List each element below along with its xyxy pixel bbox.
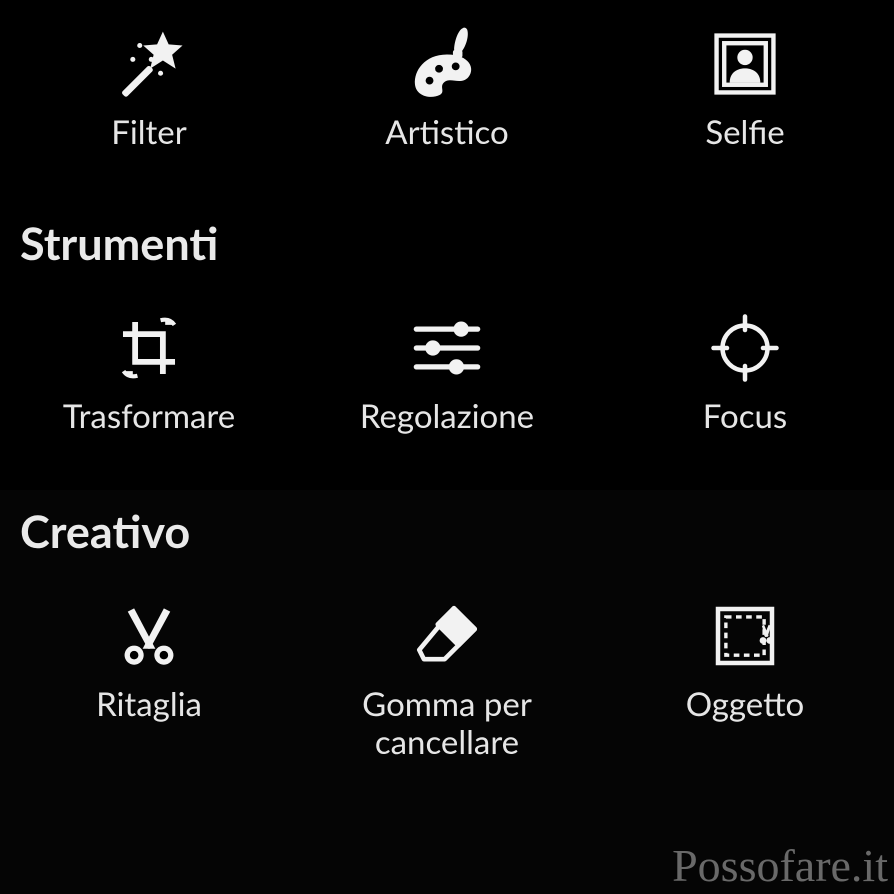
sliders-icon [409,308,485,388]
selfie-label: Selfie [705,114,784,152]
scissors-icon [115,596,183,676]
tools-row: Trasformare Regolazione [0,302,894,440]
selfie-button[interactable]: Selfie [596,18,894,156]
effects-row: Filter Artistico [0,18,894,156]
eraser-button[interactable]: Gomma per cancellare [298,590,596,766]
eraser-label: Gomma per cancellare [308,686,586,762]
portrait-icon [710,24,780,104]
selection-box-icon [709,596,781,676]
artistic-label: Artistico [385,114,508,152]
adjust-label: Regolazione [360,398,534,436]
target-icon [709,308,781,388]
transform-button[interactable]: Trasformare [0,302,298,440]
magic-wand-icon [112,24,186,104]
eraser-icon [410,596,484,676]
palette-icon [409,24,485,104]
transform-label: Trasformare [63,398,235,436]
object-button[interactable]: Oggetto [596,590,894,766]
creative-heading: Creativo [0,440,894,590]
cut-button[interactable]: Ritaglia [0,590,298,766]
tools-heading: Strumenti [0,156,894,302]
adjust-button[interactable]: Regolazione [298,302,596,440]
filter-button[interactable]: Filter [0,18,298,156]
watermark-text: Possofare.it [672,839,888,892]
focus-button[interactable]: Focus [596,302,894,440]
artistic-button[interactable]: Artistico [298,18,596,156]
creative-row: Ritaglia Gomma per cancellare [0,590,894,766]
cut-label: Ritaglia [96,686,202,724]
focus-label: Focus [703,398,787,436]
object-label: Oggetto [686,686,805,724]
filter-label: Filter [111,114,187,152]
crop-icon [112,308,186,388]
